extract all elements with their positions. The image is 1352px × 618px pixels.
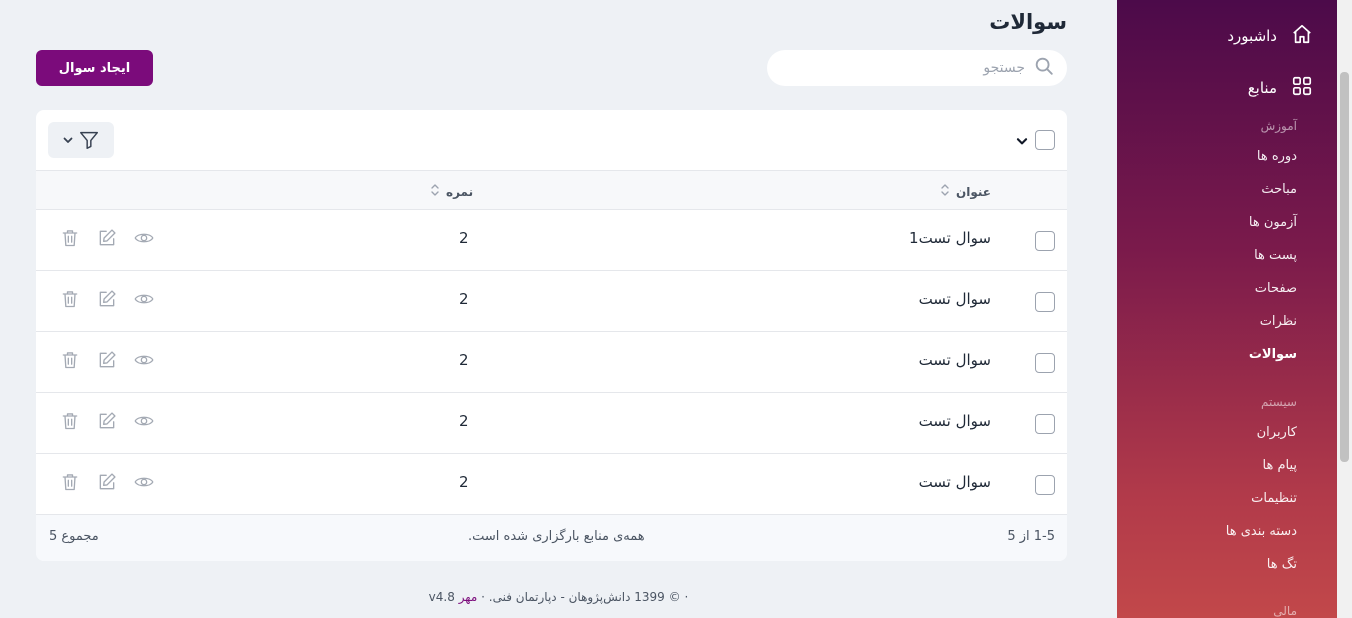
sidebar-item-label: داشبورد [1227, 27, 1277, 45]
row-checkbox[interactable] [1035, 292, 1055, 312]
table-toolbar [36, 110, 1067, 170]
questions-table-card: عنوان نمره سوال تست1 2 سوال تست 2 سوال ت… [36, 110, 1067, 561]
edit-icon[interactable] [97, 289, 117, 309]
select-all-dropdown-chevron-icon[interactable] [1015, 133, 1029, 152]
search-icon [1033, 55, 1055, 81]
table-row: سوال تست 2 [36, 454, 1067, 515]
row-actions [60, 289, 154, 309]
question-title[interactable]: سوال تست [919, 473, 991, 491]
view-eye-icon[interactable] [134, 350, 154, 370]
sidebar-item-messages[interactable]: پیام ها [1263, 458, 1298, 473]
edit-icon[interactable] [97, 411, 117, 431]
row-checkbox[interactable] [1035, 414, 1055, 434]
pagination-range: 1-5 از 5 [1007, 529, 1055, 544]
table-row: سوال تست1 2 [36, 210, 1067, 271]
trash-icon[interactable] [60, 228, 80, 248]
question-title[interactable]: سوال تست [919, 290, 991, 308]
row-actions [60, 411, 154, 431]
page-scrollbar[interactable] [1337, 0, 1352, 618]
sidebar-item-categories[interactable]: دسته بندی ها [1226, 524, 1297, 539]
column-header-title[interactable]: عنوان [940, 182, 991, 201]
sidebar-item-courses[interactable]: دوره ها [1257, 149, 1297, 164]
scrollbar-thumb[interactable] [1340, 72, 1349, 462]
sidebar-item-comments[interactable]: نظرات [1260, 314, 1297, 329]
trash-icon[interactable] [60, 289, 80, 309]
trash-icon[interactable] [60, 350, 80, 370]
filter-icon [78, 129, 100, 151]
table-row: سوال تست 2 [36, 271, 1067, 332]
table-footer: 1-5 از 5 همه‌ی منابع بارگزاری شده است. م… [36, 515, 1067, 561]
question-title[interactable]: سوال تست1 [909, 229, 991, 247]
footer-dot: · [684, 590, 689, 604]
search-input[interactable] [795, 60, 1025, 76]
sidebar-item-topics[interactable]: مباحث [1261, 182, 1297, 197]
footer-version: v4.8 [428, 590, 455, 604]
view-eye-icon[interactable] [134, 289, 154, 309]
edit-icon[interactable] [97, 228, 117, 248]
row-checkbox[interactable] [1035, 231, 1055, 251]
sidebar-heading-finance: مالی [1273, 604, 1297, 618]
row-checkbox[interactable] [1035, 475, 1055, 495]
column-header-score[interactable]: نمره [430, 182, 473, 201]
question-score: 2 [459, 412, 469, 430]
sort-icon [940, 182, 950, 201]
row-actions [60, 472, 154, 492]
question-title[interactable]: سوال تست [919, 351, 991, 369]
view-eye-icon[interactable] [134, 228, 154, 248]
question-score: 2 [459, 290, 469, 308]
search-box[interactable] [767, 50, 1067, 86]
question-score: 2 [459, 351, 469, 369]
edit-icon[interactable] [97, 472, 117, 492]
sidebar-item-settings[interactable]: تنظیمات [1251, 491, 1297, 506]
chevron-down-icon [62, 134, 74, 146]
sidebar-item-pages[interactable]: صفحات [1255, 281, 1297, 296]
row-actions [60, 350, 154, 370]
column-header-title-label: عنوان [956, 184, 991, 199]
trash-icon[interactable] [60, 472, 80, 492]
home-icon [1291, 23, 1313, 49]
column-header-score-label: نمره [446, 184, 474, 199]
load-status: همه‌ی منابع بارگزاری شده است. [468, 529, 645, 544]
view-eye-icon[interactable] [134, 472, 154, 492]
select-all-checkbox[interactable] [1035, 130, 1055, 150]
filter-dropdown-button[interactable] [48, 122, 114, 158]
table-row: سوال تست 2 [36, 393, 1067, 454]
total-count: مجموع 5 [49, 529, 99, 544]
sidebar-item-posts[interactable]: پست ها [1254, 248, 1297, 263]
sidebar-item-resources[interactable]: منابع [1248, 75, 1313, 101]
sidebar-item-questions[interactable]: سوالات [1249, 347, 1297, 362]
view-eye-icon[interactable] [134, 411, 154, 431]
sidebar-item-dashboard[interactable]: داشبورد [1227, 23, 1313, 49]
sidebar-item-tags[interactable]: تگ ها [1267, 557, 1297, 572]
row-actions [60, 228, 154, 248]
row-checkbox[interactable] [1035, 353, 1055, 373]
table-header: عنوان نمره [36, 170, 1067, 210]
sidebar-heading-education: آموزش [1260, 119, 1297, 133]
page-title: سوالات [989, 10, 1067, 34]
sidebar: داشبورد منابع آموزش دوره ها مباحث آزمون … [1117, 0, 1337, 618]
footer-brand-link[interactable]: مهر [459, 590, 478, 604]
page-footer: · © 1399 دانش‌پژوهان - دپارتمان فنی. · م… [0, 590, 1117, 604]
sidebar-heading-system: سیستم [1261, 395, 1297, 409]
create-question-button[interactable]: ایجاد سوال [36, 50, 153, 86]
sidebar-item-users[interactable]: کاربران [1257, 425, 1297, 440]
sidebar-item-label: منابع [1247, 79, 1277, 97]
question-score: 2 [459, 473, 469, 491]
grid-icon [1291, 75, 1313, 101]
sidebar-item-exams[interactable]: آزمون ها [1249, 215, 1297, 230]
footer-dot: · [481, 590, 485, 604]
question-title[interactable]: سوال تست [919, 412, 991, 430]
footer-copyright: © 1399 دانش‌پژوهان - دپارتمان فنی. [488, 590, 681, 604]
table-row: سوال تست 2 [36, 332, 1067, 393]
question-score: 2 [459, 229, 469, 247]
sort-icon [430, 182, 440, 201]
trash-icon[interactable] [60, 411, 80, 431]
edit-icon[interactable] [97, 350, 117, 370]
